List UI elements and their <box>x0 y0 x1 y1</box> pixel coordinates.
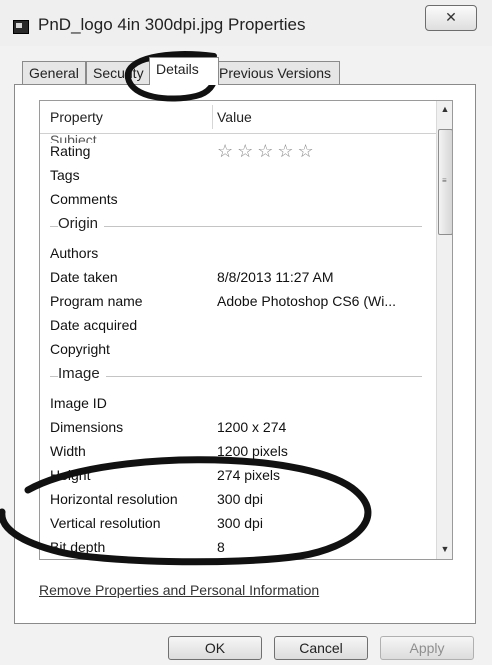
cancel-button[interactable]: Cancel <box>274 636 368 660</box>
property-name: Width <box>50 443 86 459</box>
property-name: Program name <box>50 293 143 309</box>
group-divider <box>50 376 422 377</box>
column-header-value[interactable]: Value <box>217 101 252 133</box>
list-item-rating[interactable]: Rating ☆☆☆☆☆ <box>50 141 430 165</box>
list-item-image-id[interactable]: Image ID <box>50 393 430 417</box>
tab-details[interactable]: Details <box>149 57 219 85</box>
property-value: 300 dpi <box>217 515 263 531</box>
tab-general[interactable]: General <box>22 61 86 84</box>
properties-list[interactable]: Property Value Subject Rating ☆☆☆☆☆ Tags… <box>39 100 453 560</box>
column-header-property[interactable]: Property <box>50 101 103 133</box>
group-header-origin: Origin <box>50 215 422 239</box>
scrollbar-thumb[interactable]: ≡ <box>438 129 452 235</box>
property-value: 1200 pixels <box>217 443 288 459</box>
title-bar: PnD_logo 4in 300dpi.jpg Properties ✕ <box>0 0 492 46</box>
list-item-copyright[interactable]: Copyright <box>50 339 430 363</box>
tab-security[interactable]: Security <box>86 61 150 84</box>
property-value: 1200 x 274 <box>217 419 287 435</box>
property-name: Height <box>50 467 91 483</box>
property-name: Tags <box>50 167 80 183</box>
list-item-program-name[interactable]: Program name Adobe Photoshop CS6 (Wi... <box>50 291 430 315</box>
property-value: 8/8/2013 11:27 AM <box>217 269 334 285</box>
property-name: Copyright <box>50 341 110 357</box>
list-header: Property Value <box>40 101 436 134</box>
list-item-authors[interactable]: Authors <box>50 243 430 267</box>
list-item-width[interactable]: Width 1200 pixels <box>50 441 430 465</box>
property-name: Rating <box>50 143 91 159</box>
image-file-icon <box>13 20 29 34</box>
window-title: PnD_logo 4in 300dpi.jpg Properties <box>38 15 306 34</box>
apply-button: Apply <box>380 636 474 660</box>
vertical-scrollbar[interactable]: ▲ ≡ ▼ <box>436 101 452 559</box>
list-item-date-taken[interactable]: Date taken 8/8/2013 11:27 AM <box>50 267 430 291</box>
list-item-date-acquired[interactable]: Date acquired <box>50 315 430 339</box>
list-item-dimensions[interactable]: Dimensions 1200 x 274 <box>50 417 430 441</box>
property-name: Horizontal resolution <box>50 491 178 507</box>
property-name: Date acquired <box>50 317 138 333</box>
property-name: Image ID <box>50 395 107 411</box>
property-name: Date taken <box>50 269 118 285</box>
grip-icon: ≡ <box>442 176 447 185</box>
property-value: 274 pixels <box>217 467 281 483</box>
column-divider[interactable] <box>212 105 213 129</box>
close-button[interactable]: ✕ <box>425 5 477 31</box>
list-item-tags[interactable]: Tags <box>50 165 430 189</box>
property-name: Comments <box>50 191 118 207</box>
property-name: Dimensions <box>50 419 124 435</box>
group-divider <box>50 226 422 227</box>
list-item-bit-depth[interactable]: Bit depth 8 <box>50 537 430 559</box>
tab-previous-versions[interactable]: Previous Versions <box>212 61 340 84</box>
list-item-height[interactable]: Height 274 pixels <box>50 465 430 489</box>
list-item-comments[interactable]: Comments <box>50 189 430 213</box>
details-panel: Property Value Subject Rating ☆☆☆☆☆ Tags… <box>14 84 476 624</box>
property-name: Authors <box>50 245 99 261</box>
list-item-vertical-resolution[interactable]: Vertical resolution 300 dpi <box>50 513 430 537</box>
list-item-horizontal-resolution[interactable]: Horizontal resolution 300 dpi <box>50 489 430 513</box>
group-label: Image <box>58 365 106 382</box>
scroll-down-icon[interactable]: ▼ <box>437 541 452 558</box>
property-name: Bit depth <box>50 539 106 555</box>
group-header-image: Image <box>50 365 422 389</box>
property-value: Adobe Photoshop CS6 (Wi... <box>217 293 396 309</box>
property-value: 300 dpi <box>217 491 263 507</box>
rating-stars-icon[interactable]: ☆☆☆☆☆ <box>217 141 318 162</box>
property-value: 8 <box>217 539 225 555</box>
group-label: Origin <box>58 215 105 232</box>
remove-properties-link[interactable]: Remove Properties and Personal Informati… <box>39 582 319 598</box>
scroll-up-icon[interactable]: ▲ <box>437 101 452 118</box>
ok-button[interactable]: OK <box>168 636 262 660</box>
tab-strip: General Security Details Previous Versio… <box>0 57 492 85</box>
property-name: Vertical resolution <box>50 515 161 531</box>
